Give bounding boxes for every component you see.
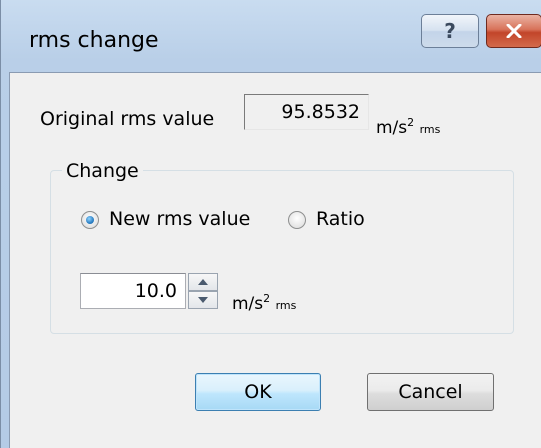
new-rms-value-radio[interactable] [81,211,99,229]
new-rms-value-text: 10.0 [134,280,177,302]
close-button[interactable] [486,14,541,48]
original-unit-label: m/s2 rms [376,116,441,138]
title-bar[interactable]: rms change ? [1,0,541,72]
ok-button[interactable]: OK [195,373,321,411]
change-group-title: Change [62,160,143,182]
change-unit-label: m/s2 rms [232,292,297,314]
original-rms-label: Original rms value [40,108,215,130]
value-spinner[interactable] [188,273,218,309]
window-title: rms change [29,28,159,53]
ok-button-label: OK [244,381,272,403]
help-icon: ? [444,19,456,43]
close-icon [506,24,522,38]
arrow-down-icon [198,297,208,303]
cancel-button[interactable]: Cancel [367,373,494,411]
original-rms-value: 95.8532 [281,101,360,123]
arrow-up-icon [198,279,208,285]
original-rms-value-field: 95.8532 [244,94,369,130]
ratio-radio[interactable] [288,211,306,229]
new-rms-value-input[interactable]: 10.0 [80,273,186,309]
ratio-label[interactable]: Ratio [316,208,365,230]
new-rms-value-label[interactable]: New rms value [109,208,250,230]
spin-up-button[interactable] [188,273,218,291]
spin-down-button[interactable] [188,291,218,309]
cancel-button-label: Cancel [398,381,463,403]
help-button[interactable]: ? [421,14,479,48]
